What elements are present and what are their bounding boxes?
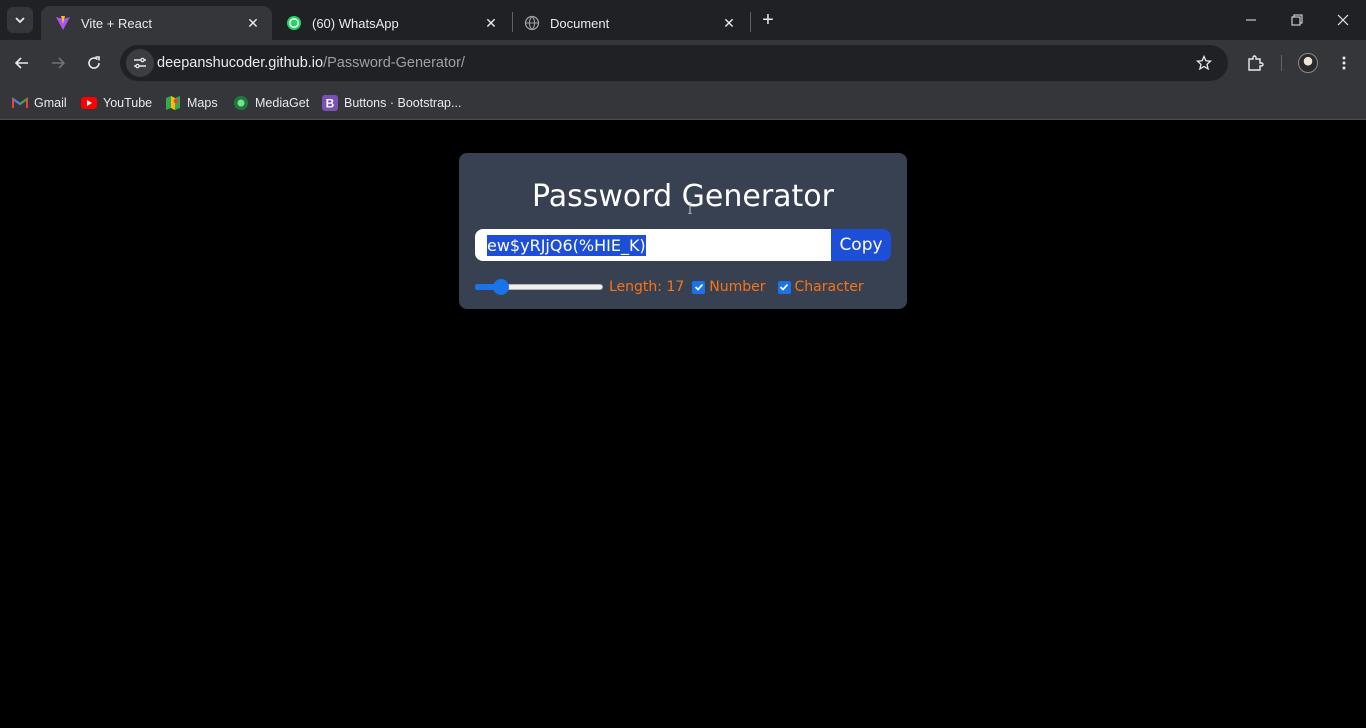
whatsapp-icon: [286, 15, 302, 31]
arrow-right-icon: [52, 57, 66, 69]
password-field[interactable]: ew$yRJjQ6(%HIE_K): [475, 229, 831, 261]
close-window-button[interactable]: [1320, 0, 1366, 40]
extensions-button[interactable]: [1241, 49, 1269, 77]
restore-button[interactable]: [1274, 0, 1320, 40]
close-icon: [1337, 14, 1349, 26]
profile-button[interactable]: [1294, 49, 1322, 77]
slider-thumb[interactable]: [493, 279, 509, 295]
bootstrap-icon: B: [322, 95, 338, 111]
password-generator-card: Password Generator ew$yRJjQ6(%HIE_K) Cop…: [459, 153, 907, 309]
avatar: [1298, 53, 1318, 73]
gmail-icon: [12, 95, 28, 111]
bookmark-label: Gmail: [34, 96, 67, 110]
toolbar-divider: [1281, 55, 1282, 71]
page-title: Password Generator: [531, 179, 834, 214]
options-row: Length: 17 Number Character: [475, 277, 864, 297]
browser-menu-button[interactable]: [1330, 49, 1358, 77]
url-path: /Password-Generator/: [323, 55, 465, 71]
tab-title: (60) WhatsApp: [312, 15, 399, 31]
checkmark-icon: [779, 283, 789, 291]
address-bar[interactable]: deepanshucoder.github.io/Password-Genera…: [120, 45, 1228, 81]
more-vert-icon: [1342, 56, 1346, 70]
page-content: Password Generator ew$yRJjQ6(%HIE_K) Cop…: [0, 121, 1366, 728]
tab-vite-react[interactable]: Vite + React ✕: [41, 6, 272, 40]
copy-button[interactable]: Copy: [831, 229, 891, 261]
bookmark-label: Maps: [187, 96, 218, 110]
length-label: Length: 17: [609, 279, 685, 295]
back-button[interactable]: [8, 49, 36, 77]
mediaget-icon: [233, 95, 249, 111]
bookmark-label: YouTube: [103, 96, 153, 110]
url-text: deepanshucoder.github.io/Password-Genera…: [157, 55, 465, 71]
length-slider[interactable]: [475, 279, 603, 295]
bookmarks-bar: Gmail YouTube Maps MediaGet B Buttons · …: [0, 86, 1366, 120]
svg-text:B: B: [326, 97, 335, 111]
bookmark-star-button[interactable]: [1194, 53, 1214, 73]
chevron-down-icon: [15, 17, 25, 24]
character-checkbox[interactable]: [777, 280, 791, 294]
password-value: ew$yRJjQ6(%HIE_K): [487, 234, 646, 256]
bookmark-mediaget[interactable]: MediaGet: [233, 92, 309, 114]
password-row: ew$yRJjQ6(%HIE_K) Copy: [475, 229, 891, 261]
star-icon: [1196, 55, 1212, 71]
checkmark-icon: [694, 283, 703, 291]
bookmark-bootstrap[interactable]: B Buttons · Bootstrap...: [322, 92, 461, 114]
bookmark-maps[interactable]: Maps: [165, 92, 218, 114]
minimize-icon: [1246, 19, 1256, 21]
character-label: Character: [794, 279, 864, 295]
tab-whatsapp[interactable]: (60) WhatsApp ✕: [272, 6, 510, 40]
tab-title: Document: [550, 15, 610, 31]
browser-toolbar: deepanshucoder.github.io/Password-Genera…: [0, 40, 1366, 86]
text-cursor-icon: [688, 202, 692, 214]
bookmark-label: Buttons · Bootstrap...: [344, 96, 462, 110]
close-tab-icon[interactable]: ✕: [244, 14, 262, 32]
tab-strip: Vite + React ✕ (60) WhatsApp ✕ Document …: [0, 0, 1366, 40]
close-tab-icon[interactable]: ✕: [482, 14, 500, 32]
arrow-left-icon: [14, 57, 28, 69]
puzzle-icon: [1248, 55, 1264, 71]
close-tab-icon[interactable]: ✕: [720, 14, 738, 32]
tab-title: Vite + React: [81, 15, 152, 31]
bookmark-youtube[interactable]: YouTube: [81, 92, 152, 114]
tab-document[interactable]: Document ✕: [510, 6, 748, 40]
reload-button[interactable]: [80, 49, 108, 77]
number-checkbox[interactable]: [692, 280, 706, 294]
restore-icon: [1291, 14, 1303, 26]
minimize-button[interactable]: [1228, 0, 1274, 40]
number-label: Number: [709, 279, 766, 295]
site-info-button[interactable]: [126, 49, 154, 77]
youtube-icon: [81, 95, 97, 111]
new-tab-button[interactable]: +: [758, 10, 778, 30]
vite-icon: [55, 15, 71, 31]
forward-button[interactable]: [44, 49, 72, 77]
tune-icon: [134, 57, 146, 69]
reload-icon: [88, 56, 100, 69]
url-host: deepanshucoder.github.io: [157, 55, 324, 71]
maps-icon: [165, 95, 181, 111]
bookmark-label: MediaGet: [255, 96, 310, 110]
tab-separator: [750, 12, 751, 32]
bookmark-gmail[interactable]: Gmail: [12, 92, 67, 114]
tab-search-button[interactable]: [7, 7, 33, 33]
globe-icon: [524, 15, 540, 31]
